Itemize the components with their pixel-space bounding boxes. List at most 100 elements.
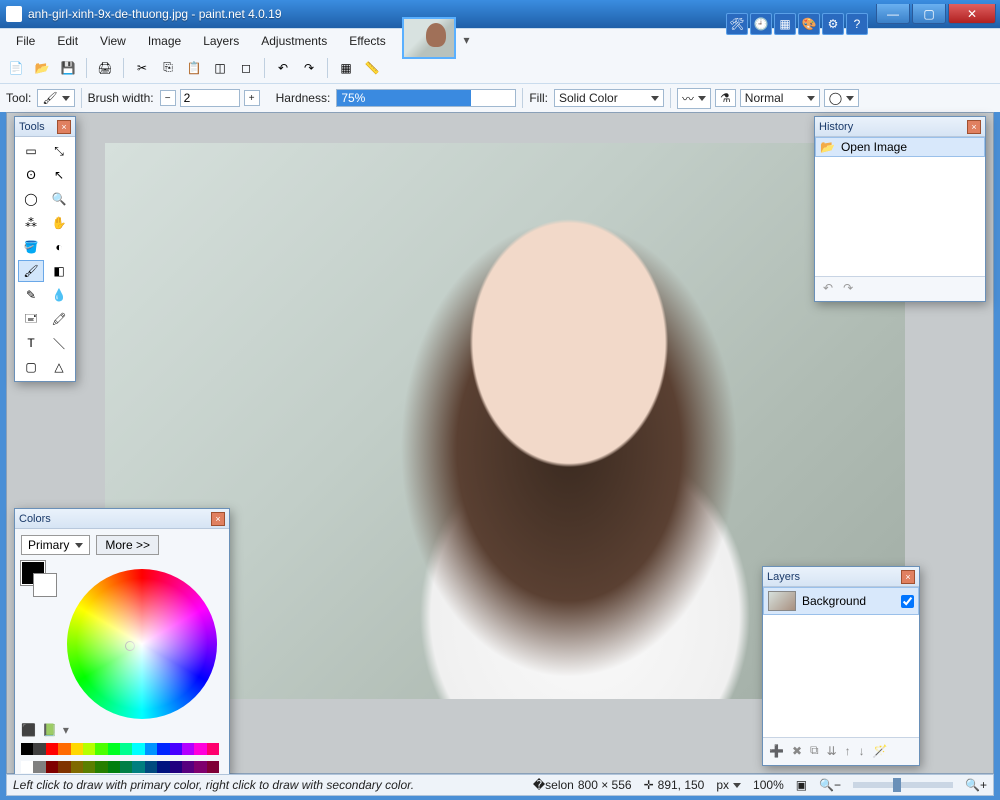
swap-colors-icon[interactable]: ⬛ xyxy=(21,723,36,737)
ellipse-select-tool[interactable]: ◯ xyxy=(18,188,44,210)
text-tool[interactable]: T xyxy=(18,332,44,354)
move-down-icon[interactable]: ↓ xyxy=(859,744,865,758)
brush-decrement[interactable]: − xyxy=(160,90,176,106)
palette-menu-icon[interactable]: ▾ xyxy=(63,723,69,737)
menu-adjustments[interactable]: Adjustments xyxy=(251,31,337,51)
history-panel[interactable]: History × 📂 Open Image ↶ ↷ xyxy=(814,116,986,302)
gradient-tool[interactable]: ◐ xyxy=(46,236,72,258)
fill-select[interactable]: Solid Color xyxy=(554,89,664,107)
history-redo-icon[interactable]: ↷ xyxy=(843,281,853,295)
pan-tool[interactable]: ✋ xyxy=(46,212,72,234)
new-icon[interactable]: 📄 xyxy=(6,58,26,78)
layers-toggle-icon[interactable]: ▦ xyxy=(774,13,796,35)
close-button[interactable]: ✕ xyxy=(948,4,996,24)
selection-mode-icon[interactable]: ◯ xyxy=(824,89,859,107)
hardness-slider[interactable]: 75% xyxy=(336,89,516,107)
menu-view[interactable]: View xyxy=(90,31,136,51)
settings-icon[interactable]: ⚙ xyxy=(822,13,844,35)
document-thumb[interactable] xyxy=(402,17,456,59)
history-item[interactable]: 📂 Open Image xyxy=(815,137,985,157)
history-undo-icon[interactable]: ↶ xyxy=(823,281,833,295)
colors-more-button[interactable]: More >> xyxy=(96,535,159,555)
lasso-tool[interactable]: ʘ xyxy=(18,164,44,186)
brush-increment[interactable]: + xyxy=(244,90,260,106)
history-panel-close-icon[interactable]: × xyxy=(967,120,981,134)
secondary-color-swatch[interactable] xyxy=(33,573,57,597)
layer-properties-icon[interactable]: 🪄 xyxy=(873,744,888,758)
clone-tool[interactable]: 🖃 xyxy=(18,308,44,330)
add-layer-icon[interactable]: ➕ xyxy=(769,744,784,758)
tools-panel-header[interactable]: Tools × xyxy=(15,117,75,137)
zoom-slider[interactable] xyxy=(853,782,953,788)
tools-panel-close-icon[interactable]: × xyxy=(57,120,71,134)
redo-icon[interactable]: ↷ xyxy=(299,58,319,78)
paintbrush-tool[interactable]: 🖌 xyxy=(18,260,44,282)
zoom-in-icon[interactable]: 🔍+ xyxy=(965,778,987,792)
color-swatches[interactable] xyxy=(21,561,63,599)
blend-mode-select[interactable]: Normal xyxy=(740,89,820,107)
colors-toggle-icon[interactable]: 🎨 xyxy=(798,13,820,35)
blend-beaker-icon[interactable]: ⚗ xyxy=(715,89,736,107)
move-selection-tool[interactable]: ⤡ xyxy=(46,140,72,162)
color-wheel[interactable] xyxy=(67,569,217,719)
antialias-toggle[interactable]: 〰 xyxy=(677,88,711,109)
undo-icon[interactable]: ↶ xyxy=(273,58,293,78)
layers-panel-close-icon[interactable]: × xyxy=(901,570,915,584)
freeform-shape-tool[interactable]: △ xyxy=(46,356,72,378)
menu-file[interactable]: File xyxy=(6,31,45,51)
palette-row-1[interactable] xyxy=(21,743,219,755)
magic-wand-tool[interactable]: ⁂ xyxy=(18,212,44,234)
line-tool[interactable]: ＼ xyxy=(46,332,72,354)
merge-layer-icon[interactable]: ⇊ xyxy=(827,744,837,758)
open-icon[interactable]: 📂 xyxy=(32,58,52,78)
rectangle-shape-tool[interactable]: ▢ xyxy=(18,356,44,378)
cut-icon[interactable]: ✂ xyxy=(132,58,152,78)
thumb-overflow-icon[interactable]: ▾ xyxy=(464,33,474,43)
paint-bucket-tool[interactable]: 🪣 xyxy=(18,236,44,258)
colors-panel-close-icon[interactable]: × xyxy=(211,512,225,526)
zoom-tool[interactable]: 🔍 xyxy=(46,188,72,210)
color-picker-tool[interactable]: 💧 xyxy=(46,284,72,306)
menu-edit[interactable]: Edit xyxy=(47,31,88,51)
copy-icon[interactable]: ⎘ xyxy=(158,58,178,78)
duplicate-layer-icon[interactable]: ⧉ xyxy=(810,743,819,758)
color-wheel-cursor[interactable] xyxy=(125,641,135,651)
rect-select-tool[interactable]: ▭ xyxy=(18,140,44,162)
menu-image[interactable]: Image xyxy=(138,31,191,51)
brush-width-input[interactable] xyxy=(180,89,240,107)
tool-selector[interactable]: 🖌 xyxy=(37,89,74,107)
print-icon[interactable]: 🖨 xyxy=(95,58,115,78)
grid-icon[interactable]: ▦ xyxy=(336,58,356,78)
menu-effects[interactable]: Effects xyxy=(339,31,395,51)
palette-row-2[interactable] xyxy=(21,761,219,773)
maximize-button[interactable]: ▢ xyxy=(912,4,946,24)
fit-window-icon[interactable]: ▣ xyxy=(796,778,807,792)
history-panel-header[interactable]: History × xyxy=(815,117,985,137)
layers-panel[interactable]: Layers × Background ➕ ✖ ⧉ ⇊ ↑ ↓ 🪄 xyxy=(762,566,920,766)
crop-icon[interactable]: ◫ xyxy=(210,58,230,78)
save-icon[interactable]: 💾 xyxy=(58,58,78,78)
layer-visible-checkbox[interactable] xyxy=(901,595,914,608)
zoom-out-icon[interactable]: 🔍− xyxy=(819,778,841,792)
menu-layers[interactable]: Layers xyxy=(193,31,249,51)
tools-toggle-icon[interactable]: 🛠 xyxy=(726,13,748,35)
layer-item[interactable]: Background xyxy=(763,587,919,615)
color-target-select[interactable]: Primary xyxy=(21,535,90,555)
layers-panel-header[interactable]: Layers × xyxy=(763,567,919,587)
move-tool[interactable]: ↖ xyxy=(46,164,72,186)
colors-panel-header[interactable]: Colors × xyxy=(15,509,229,529)
tools-panel[interactable]: Tools × ▭ ⤡ ʘ ↖ ◯ 🔍 ⁂ ✋ 🪣 ◐ 🖌 ◧ ✎ 💧 🖃 🖍 … xyxy=(14,116,76,382)
colors-panel[interactable]: Colors × Primary More >> ⬛ 📗 ▾ xyxy=(14,508,230,776)
history-toggle-icon[interactable]: 🕘 xyxy=(750,13,772,35)
recolor-tool[interactable]: 🖍 xyxy=(46,308,72,330)
status-unit-select[interactable]: px xyxy=(716,778,741,792)
ruler-icon[interactable]: 📏 xyxy=(362,58,382,78)
add-swatch-icon[interactable]: 📗 xyxy=(42,723,57,737)
paste-icon[interactable]: 📋 xyxy=(184,58,204,78)
move-up-icon[interactable]: ↑ xyxy=(845,744,851,758)
deselect-icon[interactable]: ◻ xyxy=(236,58,256,78)
minimize-button[interactable]: — xyxy=(876,4,910,24)
eraser-tool[interactable]: ◧ xyxy=(46,260,72,282)
delete-layer-icon[interactable]: ✖ xyxy=(792,744,802,758)
pencil-tool[interactable]: ✎ xyxy=(18,284,44,306)
